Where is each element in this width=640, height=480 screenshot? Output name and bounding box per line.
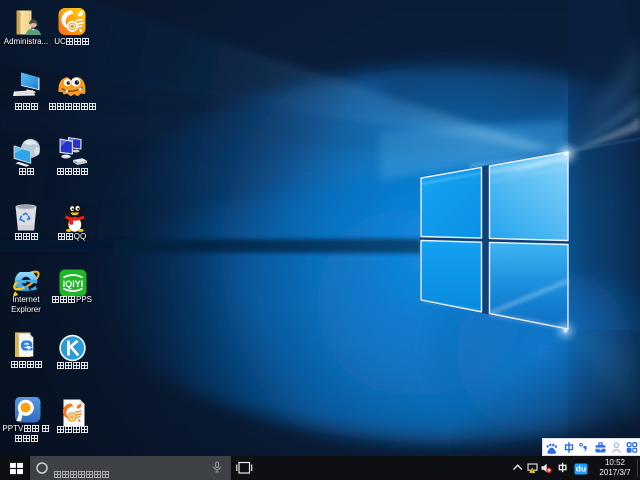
- svg-text:du: du: [576, 463, 586, 473]
- svg-text:iQIYI: iQIYI: [63, 279, 84, 289]
